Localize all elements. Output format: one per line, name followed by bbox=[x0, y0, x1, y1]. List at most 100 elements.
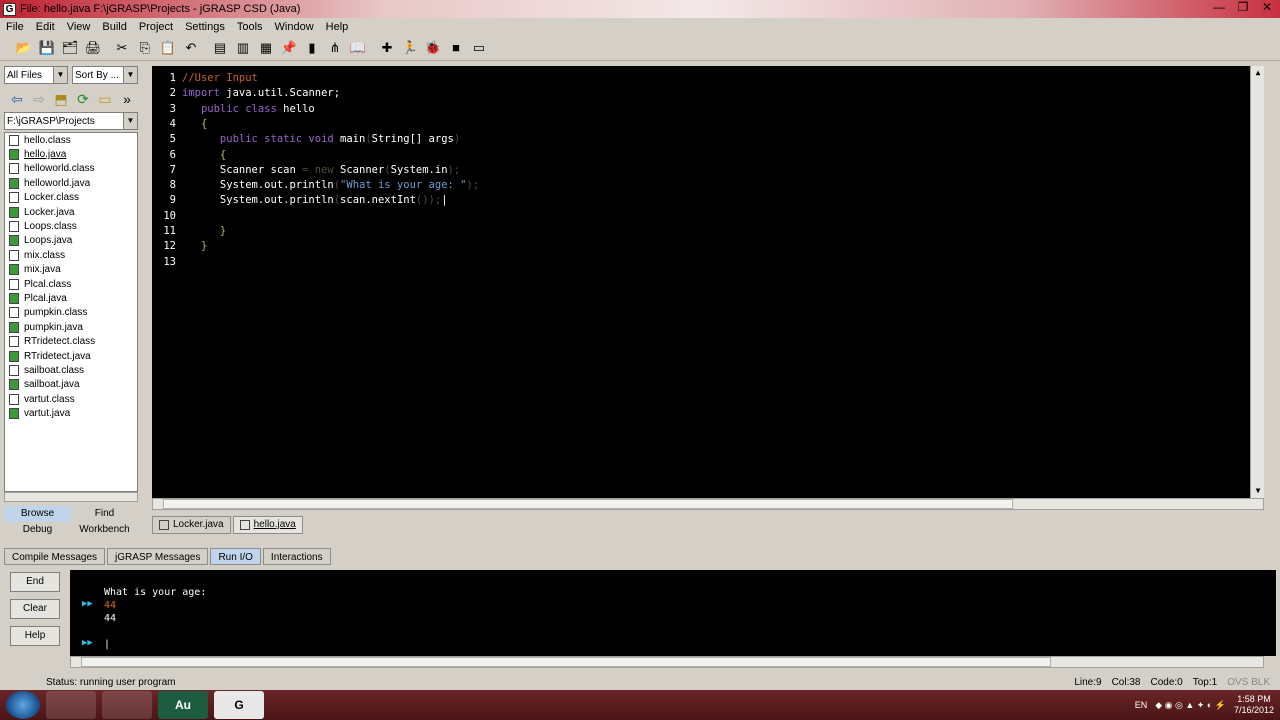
list-item[interactable]: helloworld.java bbox=[5, 176, 137, 190]
scroll-thumb[interactable] bbox=[81, 657, 1051, 667]
minimize-button[interactable]: — bbox=[1208, 0, 1230, 16]
list-item[interactable]: sailboat.class bbox=[5, 363, 137, 377]
back-arrow-icon[interactable]: ⇦ bbox=[7, 89, 27, 109]
open-folder-icon[interactable]: 📂 bbox=[14, 38, 34, 58]
code-line[interactable]: 10 bbox=[152, 209, 176, 224]
scroll-up-icon[interactable]: ▲ bbox=[1251, 66, 1265, 80]
menu-help[interactable]: Help bbox=[326, 21, 349, 33]
bar-chart-icon[interactable]: ▮ bbox=[302, 38, 322, 58]
list-item[interactable]: RTridetect.java bbox=[5, 349, 137, 363]
close-button[interactable]: ✕ bbox=[1256, 0, 1278, 16]
compile-plus-icon[interactable]: ✚ bbox=[377, 38, 397, 58]
list-item[interactable]: RTridetect.class bbox=[5, 334, 137, 348]
page3-icon[interactable]: ▦ bbox=[256, 38, 276, 58]
list-item[interactable]: helloworld.class bbox=[5, 162, 137, 176]
list-item[interactable]: Plcal.java bbox=[5, 291, 137, 305]
tab-run-i-o[interactable]: Run I/O bbox=[210, 548, 261, 565]
list-item[interactable]: mix.class bbox=[5, 248, 137, 262]
paste-icon[interactable]: 📋 bbox=[158, 38, 178, 58]
editor-vertical-scrollbar[interactable]: ▲ ▼ bbox=[1250, 66, 1264, 498]
list-item[interactable]: hello.class bbox=[5, 133, 137, 147]
jgrasp-icon[interactable]: G bbox=[214, 691, 264, 719]
window-icon[interactable] bbox=[102, 691, 152, 719]
code-line[interactable]: 7 Scanner scan = new Scanner(System.in); bbox=[152, 163, 461, 178]
refresh-icon[interactable]: ⟳ bbox=[73, 89, 93, 109]
menu-build[interactable]: Build bbox=[102, 21, 126, 33]
code-line[interactable]: 4 { bbox=[152, 117, 208, 132]
menu-file[interactable]: File bbox=[6, 21, 24, 33]
steam-icon[interactable] bbox=[46, 691, 96, 719]
path-select[interactable]: F:\jGRASP\Projects ▼ bbox=[4, 112, 138, 130]
tab-compile-messages[interactable]: Compile Messages bbox=[4, 548, 106, 565]
menu-view[interactable]: View bbox=[67, 21, 91, 33]
console-horizontal-scrollbar[interactable] bbox=[70, 656, 1264, 668]
list-item[interactable]: mix.java bbox=[5, 263, 137, 277]
menu-edit[interactable]: Edit bbox=[36, 21, 55, 33]
more-icon[interactable]: » bbox=[117, 89, 137, 109]
menu-project[interactable]: Project bbox=[139, 21, 173, 33]
list-item[interactable]: Plcal.class bbox=[5, 277, 137, 291]
menu-tools[interactable]: Tools bbox=[237, 21, 263, 33]
editor-horizontal-scrollbar[interactable] bbox=[152, 498, 1264, 510]
tree-icon[interactable]: ⋔ bbox=[325, 38, 345, 58]
help-button[interactable]: Help bbox=[10, 626, 60, 646]
menu-window[interactable]: Window bbox=[275, 21, 314, 33]
audition-icon[interactable]: Au bbox=[158, 691, 208, 719]
file-filter-select[interactable]: All Files ▼ bbox=[4, 66, 68, 84]
list-item[interactable]: pumpkin.java bbox=[5, 320, 137, 334]
editor-tab[interactable]: Locker.java bbox=[152, 516, 231, 534]
window-icon[interactable]: ▭ bbox=[469, 38, 489, 58]
list-item[interactable]: pumpkin.class bbox=[5, 306, 137, 320]
tab-workbench[interactable]: Workbench bbox=[71, 522, 138, 538]
tray-icons[interactable]: ◆ ◉ ◎ ▲ ✦ ◐ ⚡ bbox=[1155, 700, 1226, 711]
stop-icon[interactable]: ■ bbox=[446, 38, 466, 58]
list-item[interactable]: Loops.class bbox=[5, 219, 137, 233]
pin-icon[interactable]: 📌 bbox=[279, 38, 299, 58]
list-item[interactable]: sailboat.java bbox=[5, 378, 137, 392]
sort-select[interactable]: Sort By ... ▼ bbox=[72, 66, 138, 84]
clock[interactable]: 1:58 PM 7/16/2012 bbox=[1234, 694, 1274, 716]
forward-arrow-icon[interactable]: ⇨ bbox=[29, 89, 49, 109]
code-line[interactable]: 8 System.out.println("What is your age: … bbox=[152, 178, 479, 193]
code-line[interactable]: 13 bbox=[152, 255, 176, 270]
code-line[interactable]: 3 public class hello bbox=[152, 102, 315, 117]
run-io-console[interactable]: What is your age: 44 ▶▶ 44 | ▶▶ bbox=[70, 570, 1276, 656]
tab-jgrasp-messages[interactable]: jGRASP Messages bbox=[107, 548, 209, 565]
code-line[interactable]: 5 public static void main(String[] args) bbox=[152, 132, 461, 147]
editor-tab[interactable]: hello.java bbox=[232, 516, 303, 534]
page-icon[interactable]: ▤ bbox=[210, 38, 230, 58]
debug-bug-icon[interactable]: 🐞 bbox=[423, 38, 443, 58]
code-line[interactable]: 11 } bbox=[152, 224, 226, 239]
code-editor[interactable]: ▲ ▼ 1 //User Input 2 import java.util.Scann… bbox=[152, 66, 1264, 498]
parent-folder-icon[interactable]: ⬒ bbox=[51, 89, 71, 109]
tab-interactions[interactable]: Interactions bbox=[262, 548, 331, 565]
scroll-thumb[interactable] bbox=[163, 499, 1013, 509]
code-line[interactable]: 12 } bbox=[152, 239, 207, 254]
tab-browse[interactable]: Browse bbox=[4, 506, 71, 522]
cut-icon[interactable]: ✂ bbox=[112, 38, 132, 58]
menu-settings[interactable]: Settings bbox=[185, 21, 225, 33]
list-item[interactable]: vartut.java bbox=[5, 406, 137, 420]
list-item[interactable]: Loops.java bbox=[5, 234, 137, 248]
tab-find[interactable]: Find bbox=[71, 506, 138, 522]
book-icon[interactable]: 📖 bbox=[348, 38, 368, 58]
start-button[interactable] bbox=[6, 691, 40, 719]
end-button[interactable]: End bbox=[10, 572, 60, 592]
clear-button[interactable]: Clear bbox=[10, 599, 60, 619]
list-item[interactable]: vartut.class bbox=[5, 392, 137, 406]
save-all-icon[interactable]: 🗂 bbox=[60, 38, 80, 58]
list-item[interactable]: Locker.class bbox=[5, 191, 137, 205]
list-item[interactable]: Locker.java bbox=[5, 205, 137, 219]
language-indicator[interactable]: EN bbox=[1135, 700, 1148, 710]
code-line[interactable]: 1 //User Input bbox=[152, 71, 258, 86]
maximize-button[interactable]: ❐ bbox=[1232, 0, 1254, 16]
code-line[interactable]: 6 { bbox=[152, 148, 227, 163]
copy-icon[interactable]: ⎘ bbox=[135, 38, 155, 58]
code-line[interactable]: 9 System.out.println(scan.nextInt());| bbox=[152, 193, 448, 208]
scroll-down-icon[interactable]: ▼ bbox=[1251, 484, 1265, 498]
code-line[interactable]: 2 import java.util.Scanner; bbox=[152, 86, 340, 101]
page2-icon[interactable]: ▥ bbox=[233, 38, 253, 58]
run-icon[interactable]: 🏃 bbox=[400, 38, 420, 58]
undo-icon[interactable]: ↶ bbox=[181, 38, 201, 58]
file-list-horizontal-scrollbar[interactable] bbox=[4, 492, 138, 502]
